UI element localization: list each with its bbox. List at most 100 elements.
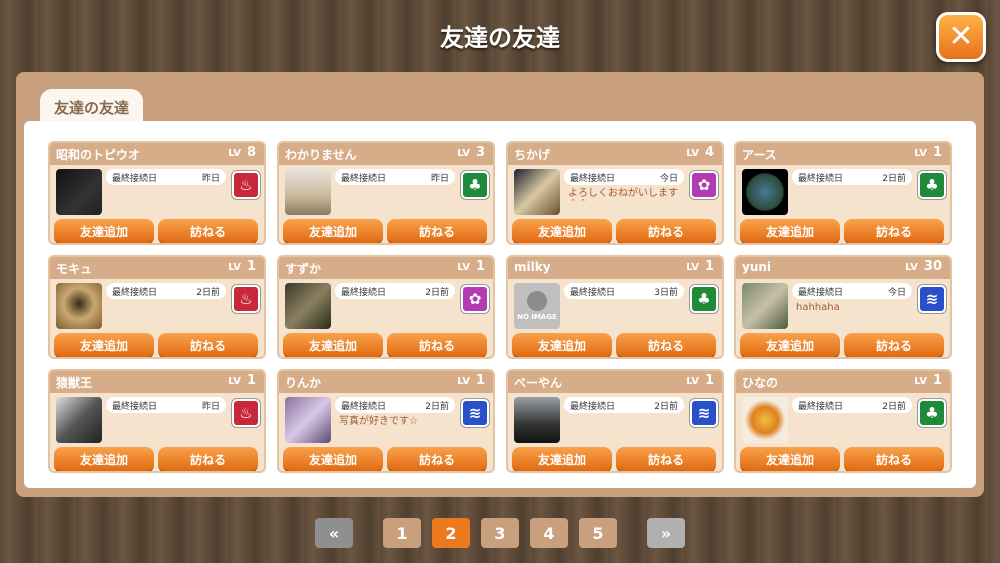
add-friend-button[interactable]: 友達追加 xyxy=(54,447,154,471)
friend-name: ちかげ xyxy=(514,148,551,162)
last-login: 最終接続日 2日前 xyxy=(335,283,455,299)
avatar[interactable] xyxy=(742,169,788,215)
level-value: 1 xyxy=(246,373,256,388)
add-friend-button[interactable]: 友達追加 xyxy=(740,447,840,471)
last-login-label: 最終接続日 xyxy=(570,287,616,298)
visit-button[interactable]: 訪ねる xyxy=(616,333,716,357)
avatar[interactable]: NO IMAGE xyxy=(514,283,560,329)
friend-level: LV 4 xyxy=(686,145,714,160)
flame-emblem-icon: ♨ xyxy=(232,171,260,199)
add-friend-button[interactable]: 友達追加 xyxy=(54,333,154,357)
level-label: LV xyxy=(457,376,470,387)
level-label: LV xyxy=(228,148,241,159)
close-icon: ✕ xyxy=(948,19,974,54)
last-login: 最終接続日 今日 xyxy=(792,283,912,299)
card-header: アース LV 1 xyxy=(736,143,950,165)
visit-button[interactable]: 訪ねる xyxy=(158,447,258,471)
last-login-label: 最終接続日 xyxy=(570,173,616,184)
friend-card: モキュ LV 1 最終接続日 2日前 ♨ 友達追加 訪ねる xyxy=(48,255,266,359)
visit-button[interactable]: 訪ねる xyxy=(158,333,258,357)
level-label: LV xyxy=(457,148,470,159)
water-emblem-icon: ≋ xyxy=(918,285,946,313)
level-value: 1 xyxy=(475,259,485,274)
avatar[interactable] xyxy=(514,169,560,215)
last-login-value: 2日前 xyxy=(882,401,906,412)
visit-button[interactable]: 訪ねる xyxy=(387,333,487,357)
friend-level: LV 1 xyxy=(686,373,714,388)
friend-card: りんか LV 1 最終接続日 2日前 写真が好きです☆ ≋ 友達追加 訪ねる xyxy=(277,369,495,473)
avatar[interactable] xyxy=(56,283,102,329)
avatar[interactable] xyxy=(285,397,331,443)
level-value: 1 xyxy=(704,373,714,388)
flower-emblem-icon: ✿ xyxy=(461,285,489,313)
visit-button[interactable]: 訪ねる xyxy=(844,333,944,357)
avatar[interactable] xyxy=(56,169,102,215)
visit-button[interactable]: 訪ねる xyxy=(616,447,716,471)
last-login-value: 2日前 xyxy=(196,287,220,298)
friend-level: LV 1 xyxy=(228,373,256,388)
friend-name: モキュ xyxy=(56,262,93,276)
add-friend-button[interactable]: 友達追加 xyxy=(512,219,612,243)
water-emblem-icon: ≋ xyxy=(690,399,718,427)
close-button[interactable]: ✕ xyxy=(936,12,986,62)
level-value: 1 xyxy=(704,259,714,274)
visit-button[interactable]: 訪ねる xyxy=(616,219,716,243)
friend-comment: 写真が好きです☆ xyxy=(339,416,418,427)
friend-name: 猿獣王 xyxy=(56,376,93,390)
friend-name: りんか xyxy=(285,376,322,390)
card-header: milky LV 1 xyxy=(508,257,722,279)
avatar[interactable] xyxy=(742,283,788,329)
friend-card: わかりません LV 3 最終接続日 昨日 ♣ 友達追加 訪ねる xyxy=(277,141,495,245)
add-friend-button[interactable]: 友達追加 xyxy=(283,333,383,357)
friend-comment: hahhaha xyxy=(796,302,840,313)
add-friend-button[interactable]: 友達追加 xyxy=(740,333,840,357)
last-login-label: 最終接続日 xyxy=(112,287,158,298)
last-login-value: 今日 xyxy=(659,173,678,184)
tab-friends-of-friends[interactable]: 友達の友達 xyxy=(40,89,143,125)
friend-level: LV 1 xyxy=(457,259,485,274)
page-button-3[interactable]: 3 xyxy=(481,518,519,548)
page-button-4[interactable]: 4 xyxy=(530,518,568,548)
page-button-2[interactable]: 2 xyxy=(432,518,470,548)
last-login-label: 最終接続日 xyxy=(798,173,844,184)
add-friend-button[interactable]: 友達追加 xyxy=(512,447,612,471)
visit-button[interactable]: 訪ねる xyxy=(387,447,487,471)
no-image-label: NO IMAGE xyxy=(517,313,557,321)
friend-card: べーやん LV 1 最終接続日 2日前 ≋ 友達追加 訪ねる xyxy=(506,369,724,473)
friend-card: 猿獣王 LV 1 最終接続日 昨日 ♨ 友達追加 訪ねる xyxy=(48,369,266,473)
level-label: LV xyxy=(686,376,699,387)
last-login-label: 最終接続日 xyxy=(798,401,844,412)
level-label: LV xyxy=(914,148,927,159)
last-login-value: 3日前 xyxy=(654,287,678,298)
last-login-value: 昨日 xyxy=(201,401,220,412)
friend-name: yuni xyxy=(742,260,772,274)
add-friend-button[interactable]: 友達追加 xyxy=(54,219,154,243)
friend-card: yuni LV 30 最終接続日 今日 hahhaha ≋ 友達追加 訪ねる xyxy=(734,255,952,359)
visit-button[interactable]: 訪ねる xyxy=(158,219,258,243)
next-page-button[interactable]: » xyxy=(647,518,685,548)
first-page-button[interactable]: « xyxy=(315,518,353,548)
page-button-1[interactable]: 1 xyxy=(383,518,421,548)
visit-button[interactable]: 訪ねる xyxy=(387,219,487,243)
last-login-label: 最終接続日 xyxy=(798,287,844,298)
page-button-5[interactable]: 5 xyxy=(579,518,617,548)
add-friend-button[interactable]: 友達追加 xyxy=(740,219,840,243)
avatar[interactable] xyxy=(285,169,331,215)
friend-level: LV 1 xyxy=(228,259,256,274)
card-header: 猿獣王 LV 1 xyxy=(50,371,264,393)
card-header: yuni LV 30 xyxy=(736,257,950,279)
friend-name: アース xyxy=(742,148,777,162)
add-friend-button[interactable]: 友達追加 xyxy=(283,447,383,471)
water-emblem-icon: ≋ xyxy=(461,399,489,427)
last-login: 最終接続日 今日 xyxy=(564,169,684,185)
add-friend-button[interactable]: 友達追加 xyxy=(283,219,383,243)
avatar[interactable] xyxy=(514,397,560,443)
friend-card: アース LV 1 最終接続日 2日前 ♣ 友達追加 訪ねる xyxy=(734,141,952,245)
avatar[interactable] xyxy=(285,283,331,329)
add-friend-button[interactable]: 友達追加 xyxy=(512,333,612,357)
avatar[interactable] xyxy=(742,397,788,443)
visit-button[interactable]: 訪ねる xyxy=(844,219,944,243)
card-header: モキュ LV 1 xyxy=(50,257,264,279)
avatar[interactable] xyxy=(56,397,102,443)
visit-button[interactable]: 訪ねる xyxy=(844,447,944,471)
